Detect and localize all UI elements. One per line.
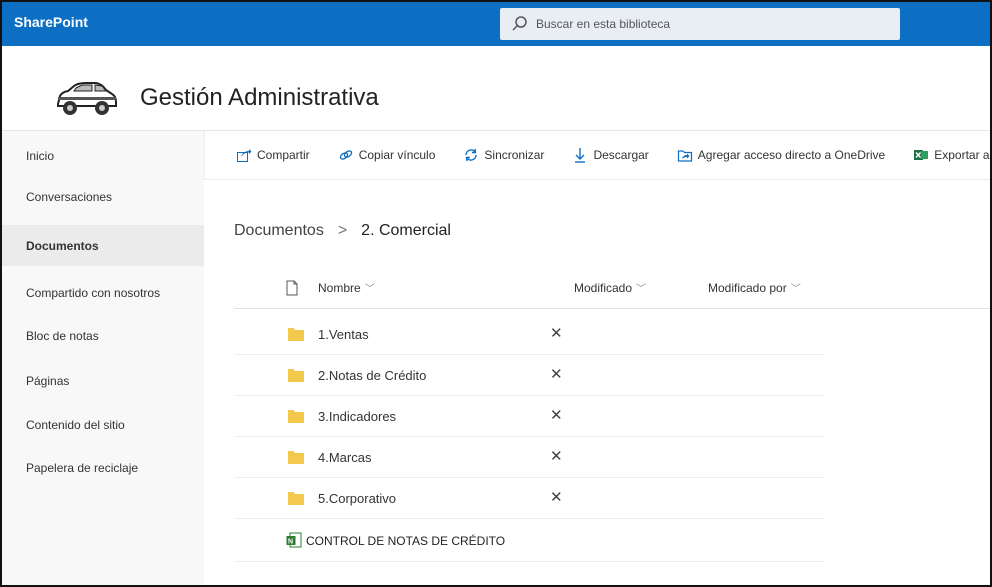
share-icon <box>237 149 252 162</box>
export-excel-button[interactable]: Exportar a Excel <box>913 147 990 163</box>
folder-icon <box>288 328 304 341</box>
site-title[interactable]: Gestión Administrativa <box>140 84 379 112</box>
copy-link-label: Copiar vínculo <box>358 148 436 162</box>
item-name[interactable]: CONTROL DE NOTAS DE CRÉDITO <box>306 534 505 548</box>
item-name[interactable]: 4.Marcas <box>318 450 371 465</box>
unsynced-status-icon: ✕ <box>550 407 563 424</box>
nav-item-contenido[interactable]: Contenido del sitio <box>2 404 204 445</box>
file-type-icon[interactable] <box>286 280 298 296</box>
suite-bar: SharePoint Buscar en esta biblioteca <box>2 2 990 46</box>
column-modificado[interactable]: Modificado ﹀ <box>574 280 646 295</box>
chevron-down-icon: ﹀ <box>364 284 375 295</box>
nav-item-paginas[interactable]: Páginas <box>2 360 204 401</box>
command-bar: Compartir Copiar vínculo Sincronizar Des… <box>204 131 990 180</box>
nav-item-papelera[interactable]: Papelera de reciclaje <box>2 447 204 488</box>
site-header: Gestión Administrativa <box>2 46 990 131</box>
unsynced-status-icon: ✕ <box>550 489 563 506</box>
nav-item-compartido[interactable]: Compartido con nosotros <box>2 272 204 313</box>
column-modificado-por-label: Modificado por <box>708 281 787 295</box>
onenote-icon: N <box>286 532 302 548</box>
list-header: Nombre ﹀ Modificado ﹀ Modificado por ﹀ <box>234 268 990 309</box>
item-name[interactable]: 3.Indicadores <box>318 409 396 424</box>
download-label: Descargar <box>593 148 649 162</box>
nav-item-documentos[interactable]: Documentos <box>2 225 204 266</box>
svg-text:N: N <box>288 539 293 546</box>
breadcrumb-separator: > <box>337 222 348 239</box>
unsynced-status-icon: ✕ <box>550 325 563 342</box>
search-icon <box>512 16 527 31</box>
item-name[interactable]: 1.Ventas <box>318 327 369 342</box>
sharepoint-window: SharePoint Buscar en esta biblioteca Ges… <box>0 0 992 587</box>
item-name[interactable]: 2.Notas de Crédito <box>318 368 426 383</box>
link-icon <box>339 150 352 160</box>
download-icon <box>575 148 586 163</box>
column-modificado-por[interactable]: Modificado por ﹀ <box>708 280 801 295</box>
nav-item-inicio[interactable]: Inicio <box>2 135 204 176</box>
sync-label: Sincronizar <box>484 148 545 162</box>
folder-icon <box>288 451 304 464</box>
search-input[interactable]: Buscar en esta biblioteca <box>536 17 670 31</box>
chevron-down-icon: ﹀ <box>636 284 647 295</box>
breadcrumb-current: 2. Comercial <box>361 222 451 239</box>
download-button[interactable]: Descargar <box>572 147 649 163</box>
sync-icon <box>465 148 478 162</box>
item-name[interactable]: 5.Corporativo <box>318 491 396 506</box>
folder-icon <box>288 410 304 423</box>
breadcrumb-documentos[interactable]: Documentos <box>234 222 324 240</box>
car-icon <box>57 82 117 115</box>
column-nombre[interactable]: Nombre ﹀ <box>318 280 375 295</box>
folder-icon <box>288 369 304 382</box>
list-item[interactable]: 3.Indicadores ✕ <box>234 396 824 437</box>
list-item[interactable]: 2.Notas de Crédito ✕ <box>234 355 824 396</box>
document-library: Documentos > 2. Comercial Nombre ﹀ Modifi… <box>204 180 990 585</box>
copy-link-button[interactable]: Copiar vínculo <box>338 147 436 163</box>
breadcrumb: Documentos > 2. Comercial <box>234 222 451 240</box>
share-label: Compartir <box>257 148 310 162</box>
unsynced-status-icon: ✕ <box>550 366 563 383</box>
onedrive-shortcut-button[interactable]: Agregar acceso directo a OneDrive <box>677 147 885 163</box>
share-button[interactable]: Compartir <box>236 147 310 163</box>
chevron-down-icon: ﹀ <box>790 284 801 295</box>
unsynced-status-icon: ✕ <box>550 448 563 465</box>
list-item[interactable]: 1.Ventas ✕ <box>234 314 824 355</box>
list-item[interactable]: 4.Marcas ✕ <box>234 437 824 478</box>
list-item[interactable]: 5.Corporativo ✕ <box>234 478 824 519</box>
export-excel-label: Exportar a Excel <box>934 148 990 162</box>
sync-button[interactable]: Sincronizar <box>463 147 544 163</box>
onedrive-shortcut-icon <box>677 150 692 162</box>
nav-item-bloc-de-notas[interactable]: Bloc de notas <box>2 315 204 356</box>
app-title[interactable]: SharePoint <box>14 14 88 30</box>
search-box[interactable]: Buscar en esta biblioteca <box>500 8 900 40</box>
column-modificado-label: Modificado <box>574 281 633 295</box>
onedrive-label: Agregar acceso directo a OneDrive <box>697 148 886 162</box>
column-nombre-label: Nombre <box>318 281 361 295</box>
nav-item-conversaciones[interactable]: Conversaciones <box>2 176 204 217</box>
left-navigation: Inicio Conversaciones Documentos Compart… <box>2 131 205 585</box>
excel-icon <box>914 150 929 160</box>
folder-icon <box>288 492 304 505</box>
list-item[interactable]: N CONTROL DE NOTAS DE CRÉDITO <box>234 521 824 562</box>
